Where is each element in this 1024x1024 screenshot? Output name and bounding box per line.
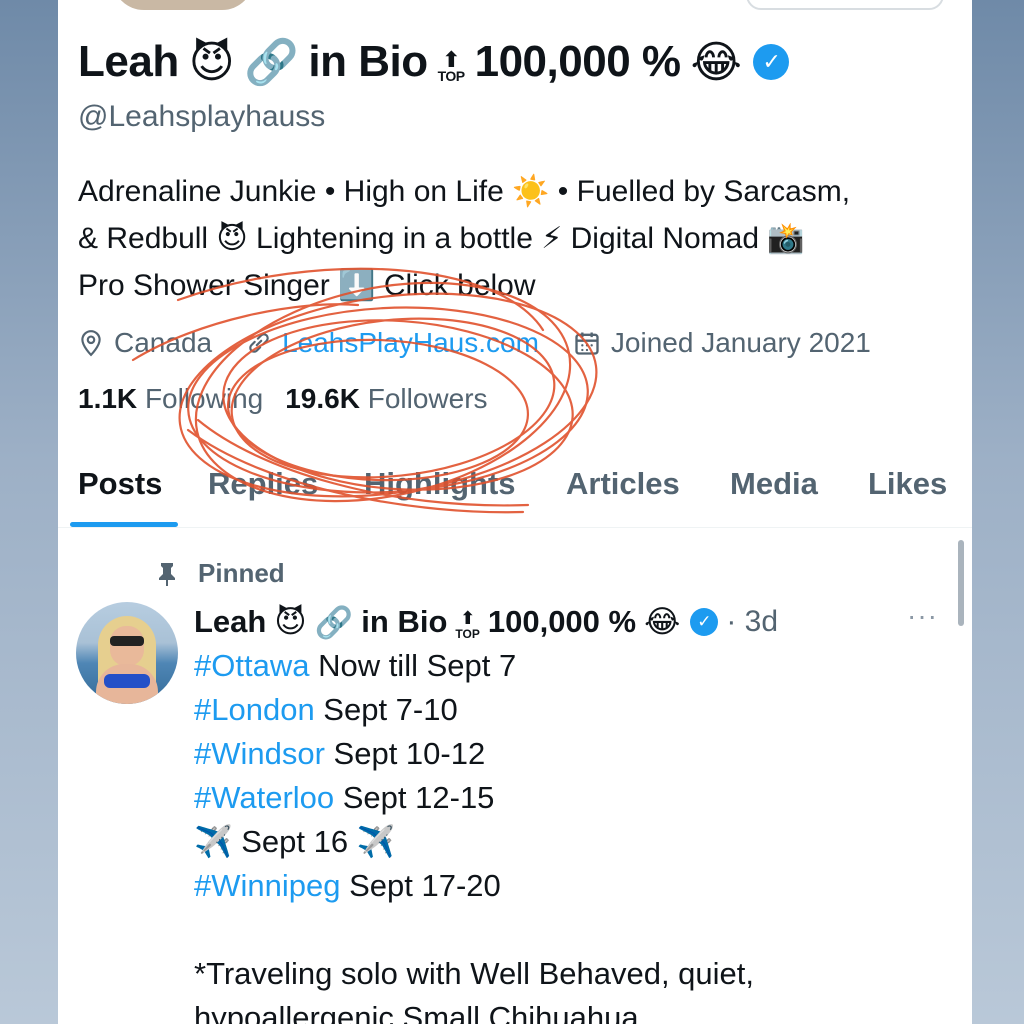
followers-count: 19.6K bbox=[285, 383, 360, 414]
post-avatar[interactable] bbox=[76, 602, 178, 704]
profile-action-button[interactable] bbox=[746, 0, 944, 10]
hashtag[interactable]: #Winnipeg bbox=[194, 868, 340, 903]
post-header: Leah 😈 🔗 in Bio ⬆ TOP 100,000 % 😂 ✓ · 3d … bbox=[194, 600, 960, 644]
follow-counts: 1.1K Following 19.6K Followers bbox=[78, 383, 952, 415]
more-icon[interactable]: ··· bbox=[907, 600, 938, 632]
joined-text: Joined January 2021 bbox=[610, 327, 871, 358]
tab-posts[interactable]: Posts bbox=[78, 466, 162, 502]
hashtag[interactable]: #London bbox=[194, 692, 315, 727]
devil-emoji-icon: 😈 bbox=[274, 604, 307, 640]
verified-badge-icon[interactable]: ✓ bbox=[753, 44, 790, 80]
profile-bio: Adrenaline Junkie • High on Life ☀️ • Fu… bbox=[78, 168, 952, 309]
pinned-label: Pinned bbox=[198, 558, 285, 588]
active-tab-indicator bbox=[70, 522, 178, 527]
laughing-emoji-icon: 😂 bbox=[690, 36, 742, 88]
author-percent: 100,000 % bbox=[487, 604, 637, 639]
link-icon bbox=[249, 333, 269, 353]
top-label: TOP bbox=[455, 627, 480, 641]
post-note-line: hypoallergenic Small Chihuahua bbox=[194, 1000, 639, 1024]
top-arrow-icon: ⬆ TOP bbox=[455, 608, 480, 641]
tab-media[interactable]: Media bbox=[730, 466, 818, 502]
location: Canada bbox=[78, 327, 212, 359]
top-arrow-icon: ⬆ TOP bbox=[437, 47, 466, 84]
post-line-text: Sept 10-12 bbox=[324, 736, 486, 771]
following-link[interactable]: 1.1K Following bbox=[78, 383, 263, 415]
author-in-bio: in Bio bbox=[361, 604, 448, 639]
profile-meta: Canada LeahsPlayHaus.com Joined January … bbox=[78, 327, 952, 359]
laughing-emoji-icon: 😂 bbox=[644, 604, 681, 640]
display-name: Leah 😈 🔗 in Bio ⬆ TOP 100,000 % 😂 ✓ bbox=[78, 36, 952, 88]
followers-link[interactable]: 19.6K Followers bbox=[285, 383, 487, 415]
following-label: Following bbox=[144, 383, 264, 414]
post-line: #Waterloo Sept 12-15 bbox=[194, 776, 952, 820]
link-emoji-icon: 🔗 bbox=[244, 37, 299, 88]
post-line: #Winnipeg Sept 17-20 bbox=[194, 864, 952, 908]
post-line: ✈️ Sept 16 ✈️ bbox=[194, 820, 952, 864]
tab-highlights[interactable]: Highlights bbox=[364, 466, 516, 502]
bio-line: & Redbull 😈 Lightening in a bottle ⚡ Dig… bbox=[78, 222, 805, 255]
post-line-text: Sept 17-20 bbox=[340, 868, 501, 903]
bio-line: Pro Shower Singer ⬇️ Click below bbox=[78, 269, 536, 302]
post-note-line: *Traveling solo with Well Behaved, quiet… bbox=[194, 956, 755, 991]
scrollbar[interactable] bbox=[958, 540, 964, 626]
joined-date: Joined January 2021 bbox=[573, 327, 871, 359]
followers-label: Followers bbox=[367, 383, 488, 414]
post-author-name[interactable]: Leah 😈 🔗 in Bio ⬆ TOP 100,000 % 😂 bbox=[194, 603, 680, 641]
profile-panel: Leah 😈 🔗 in Bio ⬆ TOP 100,000 % 😂 ✓ @Leah… bbox=[58, 0, 972, 1024]
post-line-text: ✈️ Sept 16 ✈️ bbox=[194, 824, 396, 859]
profile-avatar[interactable] bbox=[108, 0, 258, 14]
link-emoji-icon: 🔗 bbox=[314, 604, 354, 641]
profile-tabs: Posts Replies Highlights Articles Media … bbox=[58, 456, 972, 528]
post-line-text: Sept 12-15 bbox=[334, 780, 495, 815]
post-line: #London Sept 7-10 bbox=[194, 688, 952, 732]
hashtag[interactable]: #Ottawa bbox=[194, 648, 309, 683]
devil-emoji-icon: 😈 bbox=[188, 36, 235, 88]
pin-icon bbox=[159, 562, 175, 586]
post-line-text: Now till Sept 7 bbox=[309, 648, 517, 683]
verified-badge-icon: ✓ bbox=[690, 608, 719, 636]
hashtag[interactable]: #Waterloo bbox=[194, 780, 334, 815]
post-body: #Ottawa Now till Sept 7 #London Sept 7-1… bbox=[194, 644, 952, 1024]
profile-header: Leah 😈 🔗 in Bio ⬆ TOP 100,000 % 😂 ✓ @Leah… bbox=[78, 36, 952, 415]
post-line: #Windsor Sept 10-12 bbox=[194, 732, 952, 776]
post-line-text: Sept 7-10 bbox=[314, 692, 458, 727]
name-percent: 100,000 % bbox=[474, 37, 681, 86]
pinned-indicator: Pinned bbox=[156, 558, 285, 589]
top-label: TOP bbox=[437, 68, 466, 84]
hashtag[interactable]: #Windsor bbox=[194, 736, 325, 771]
following-count: 1.1K bbox=[78, 383, 138, 414]
name-in-bio: in Bio bbox=[308, 37, 428, 86]
author-text: Leah bbox=[194, 604, 267, 639]
bio-line: Adrenaline Junkie • High on Life ☀️ • Fu… bbox=[78, 175, 851, 208]
location-text: Canada bbox=[114, 327, 213, 358]
post-timestamp[interactable]: · 3d bbox=[726, 605, 778, 639]
name-text: Leah bbox=[78, 37, 179, 86]
tab-articles[interactable]: Articles bbox=[566, 466, 680, 502]
location-pin-icon bbox=[81, 330, 101, 357]
profile-handle: @Leahsplayhauss bbox=[78, 100, 326, 133]
post-line: #Ottawa Now till Sept 7 bbox=[194, 644, 952, 688]
website-link[interactable]: LeahsPlayHaus.com bbox=[282, 327, 539, 359]
calendar-icon bbox=[575, 332, 599, 355]
tab-likes[interactable]: Likes bbox=[868, 466, 947, 502]
tab-replies[interactable]: Replies bbox=[208, 466, 318, 502]
post-time: 3d bbox=[744, 605, 779, 638]
website[interactable]: LeahsPlayHaus.com bbox=[246, 327, 539, 359]
